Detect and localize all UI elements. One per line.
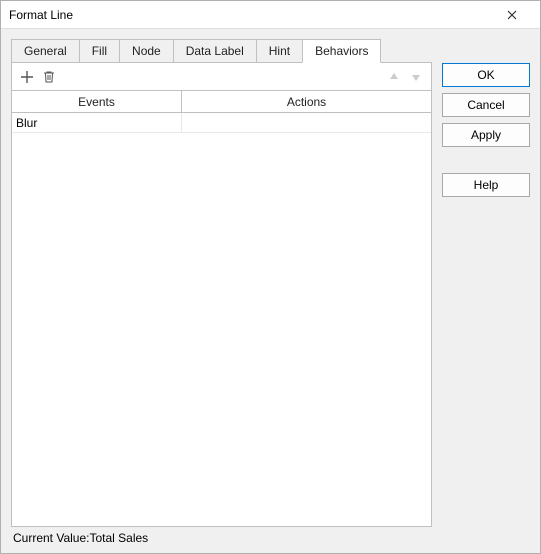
status-value: Total Sales [89,531,148,545]
cell-action[interactable] [182,113,431,132]
arrow-up-icon [388,71,400,83]
table-header: Events Actions [12,91,431,113]
titlebar: Format Line [1,1,540,29]
tab-fill[interactable]: Fill [79,39,120,63]
tab-bar: General Fill Node Data Label Hint Behavi… [11,39,432,63]
help-button[interactable]: Help [442,173,530,197]
tab-data-label[interactable]: Data Label [173,39,257,63]
move-down-button[interactable] [405,66,427,88]
behaviors-table: Events Actions Blur [11,90,432,527]
apply-button[interactable]: Apply [442,123,530,147]
cancel-button[interactable]: Cancel [442,93,530,117]
toolbar [11,62,432,90]
left-panel: General Fill Node Data Label Hint Behavi… [11,39,432,547]
status-bar: Current Value:Total Sales [11,527,432,547]
dialog-window: Format Line General Fill Node Data Label… [0,0,541,554]
tab-behaviors[interactable]: Behaviors [302,39,381,63]
table-body: Blur [12,113,431,526]
close-icon [507,10,517,20]
status-label: Current Value: [13,531,89,545]
tab-hint[interactable]: Hint [256,39,303,63]
tab-general[interactable]: General [11,39,80,63]
column-header-actions[interactable]: Actions [182,91,431,112]
move-up-button[interactable] [383,66,405,88]
window-title: Format Line [9,8,492,22]
button-panel: OK Cancel Apply Help [442,39,530,547]
cell-event[interactable]: Blur [12,113,182,132]
close-button[interactable] [492,1,532,29]
plus-icon [20,70,34,84]
add-button[interactable] [16,66,38,88]
column-header-events[interactable]: Events [12,91,182,112]
button-gap [442,153,530,167]
table-row[interactable]: Blur [12,113,431,133]
ok-button[interactable]: OK [442,63,530,87]
arrow-down-icon [410,71,422,83]
trash-icon [42,70,56,84]
delete-button[interactable] [38,66,60,88]
dialog-body: General Fill Node Data Label Hint Behavi… [1,29,540,553]
tab-node[interactable]: Node [119,39,174,63]
